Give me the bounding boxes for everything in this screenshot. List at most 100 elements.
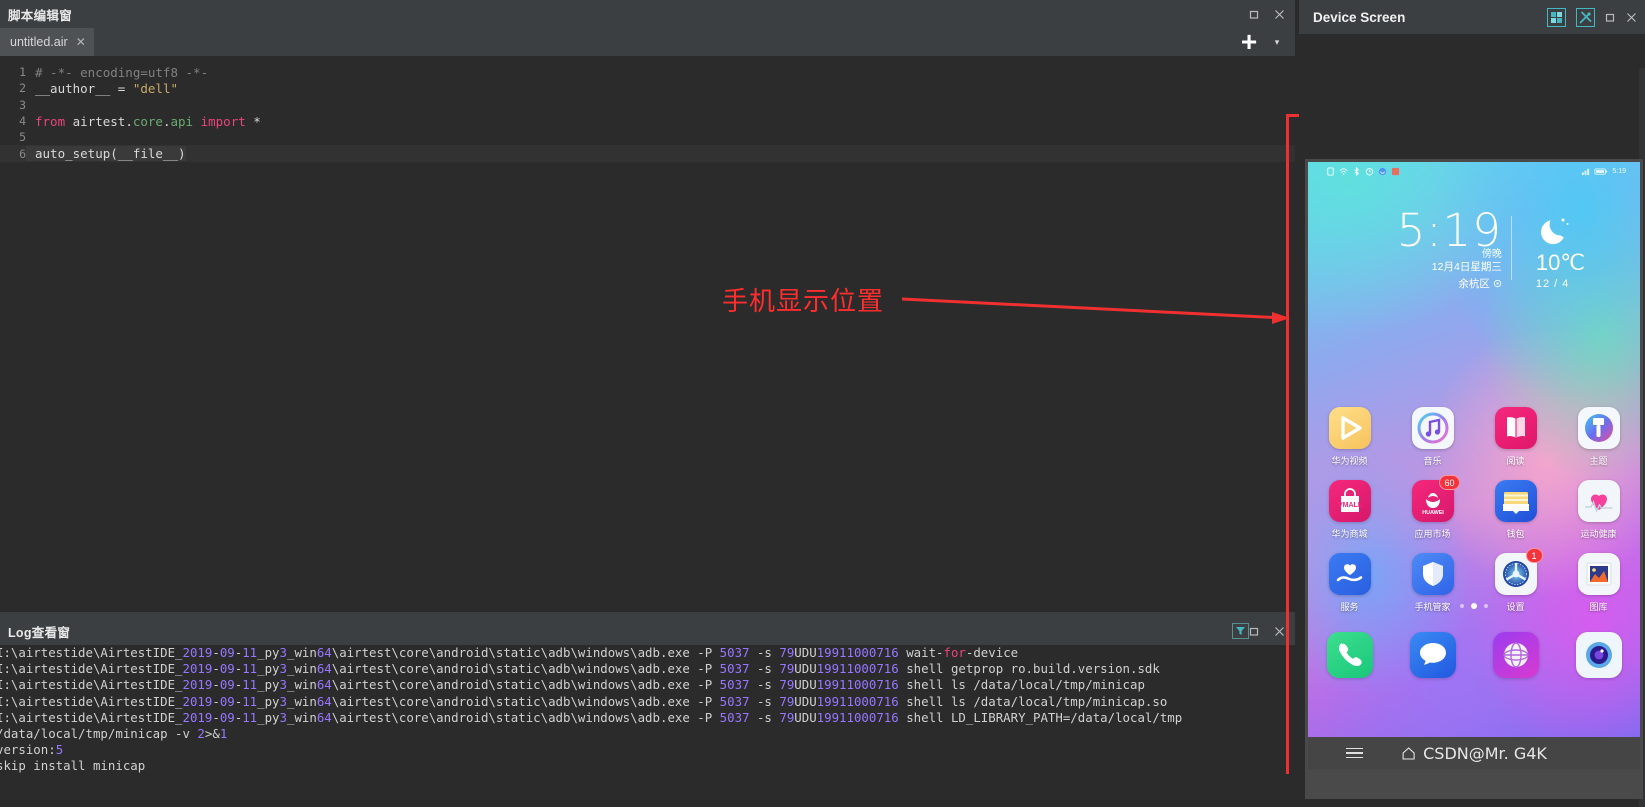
wallet-icon[interactable]	[1494, 480, 1537, 522]
code-token: core	[132, 113, 163, 129]
music-icon[interactable]	[1411, 407, 1454, 449]
grid-icon[interactable]	[1547, 7, 1566, 27]
log-token: for	[943, 645, 966, 660]
phone-screen[interactable]: 5:19 5:19 傍晚 12月4日星期三 余杭区 10℃ 12 / 4 华为视…	[1308, 162, 1640, 737]
restore-icon[interactable]	[1249, 9, 1260, 20]
log-token: 64	[316, 677, 332, 693]
log-token: 5037	[719, 661, 750, 677]
clock-widget[interactable]: 5:19 傍晚 12月4日星期三 余杭区	[1308, 208, 1514, 291]
device-restore-icon[interactable]	[1605, 12, 1616, 23]
phone-manager-icon[interactable]	[1411, 553, 1454, 595]
tools-icon[interactable]	[1576, 7, 1595, 27]
code-line[interactable]: 3	[0, 97, 1295, 113]
phone-mirror[interactable]: 5:19 5:19 傍晚 12月4日星期三 余杭区 10℃ 12 / 4 华为视…	[1305, 159, 1643, 799]
code-token: "dell"	[132, 80, 178, 96]
device-pane: Device Screen 5:19 5:19 傍晚 12月4日星期三 余杭区 …	[1299, 0, 1645, 807]
code-token: =	[110, 80, 133, 96]
app-appgallery[interactable]: HUAWEI 60 应用市场	[1391, 475, 1474, 540]
log-token: 5037	[719, 709, 750, 725]
code-line[interactable]: 4 from airtest.core.api import *	[0, 113, 1295, 129]
sync-icon	[1378, 167, 1387, 175]
code-editor[interactable]: 1 # -*- encoding=utf8 -*- 2 __author__ = "d…	[0, 56, 1295, 612]
services-icon[interactable]	[1328, 553, 1371, 595]
log-token: -	[212, 693, 220, 709]
page-dot	[1484, 604, 1488, 608]
messages-icon[interactable]	[1409, 632, 1456, 678]
app-health[interactable]: 运动健康	[1557, 480, 1640, 540]
appgallery-icon[interactable]: HUAWEI 60	[1411, 475, 1460, 522]
dock-cell[interactable]	[1557, 632, 1640, 678]
code-line[interactable]: 1 # -*- encoding=utf8 -*-	[0, 64, 1295, 80]
svg-text:HUAWEI: HUAWEI	[1422, 510, 1444, 516]
themes-icon[interactable]	[1577, 407, 1620, 449]
log-filter-icon[interactable]	[1232, 623, 1249, 639]
new-script-button[interactable]: +	[1233, 28, 1265, 56]
log-token: _win	[286, 709, 317, 725]
browser-icon[interactable]	[1492, 632, 1539, 678]
app-music[interactable]: 音乐	[1391, 407, 1474, 467]
widget-divider	[1510, 216, 1512, 280]
log-close-icon[interactable]	[1274, 626, 1285, 637]
device-screen-body: 5:19 5:19 傍晚 12月4日星期三 余杭区 10℃ 12 / 4 华为视…	[1299, 34, 1645, 807]
camera-icon[interactable]	[1575, 632, 1622, 678]
log-line: version:5	[0, 742, 1295, 758]
log-token: -s	[749, 693, 780, 709]
health-icon[interactable]	[1577, 480, 1620, 522]
hamburger-icon[interactable]	[1346, 747, 1363, 759]
log-line: I:\airtestide\AirtestIDE_2019-09-11_py3_…	[0, 661, 1295, 677]
page-indicator	[1308, 603, 1640, 609]
log-token: 64	[316, 709, 332, 725]
log-line: I:\airtestide\AirtestIDE_2019-09-11_py3_…	[0, 645, 1295, 661]
gallery-icon[interactable]	[1577, 553, 1620, 595]
dock-cell[interactable]	[1391, 632, 1474, 678]
log-token: UDU	[794, 693, 817, 709]
huawei-video-icon[interactable]	[1328, 407, 1371, 449]
settings-icon[interactable]: 1	[1494, 548, 1543, 595]
clock-weather-widget[interactable]: 5:19 傍晚 12月4日星期三 余杭区 10℃ 12 / 4	[1308, 208, 1640, 291]
log-token: 09	[219, 709, 235, 725]
log-token: 11	[242, 645, 258, 660]
log-output[interactable]: I:\airtestide\AirtestIDE_2019-09-11_py3_…	[0, 645, 1295, 807]
page-dot	[1471, 603, 1477, 609]
log-token: I:\airtestide\AirtestIDE_	[0, 709, 183, 725]
moon-icon	[1540, 218, 1569, 245]
line-number: 1	[19, 65, 26, 80]
annotation-label: 手机显示位置	[722, 287, 885, 317]
app-reader[interactable]: 阅读	[1474, 407, 1557, 467]
editor-tab-untitled[interactable]: untitled.air ✕	[0, 28, 94, 56]
log-token: -s	[749, 661, 780, 677]
tab-close-icon[interactable]: ✕	[76, 35, 86, 49]
page-dot	[1460, 604, 1464, 608]
log-token: I:\airtestide\AirtestIDE_	[0, 693, 183, 709]
weather-widget[interactable]: 10℃ 12 / 4	[1514, 208, 1640, 290]
vmall-icon[interactable]: VMALL	[1328, 480, 1371, 522]
log-line: /data/local/tmp/minicap -v 2>&1	[0, 726, 1295, 742]
log-token: _py	[257, 709, 280, 725]
code-line[interactable]: 6 auto_setup(__file__)	[0, 145, 1295, 162]
wifi-icon	[1339, 167, 1348, 175]
dock-cell[interactable]	[1308, 632, 1391, 678]
close-icon[interactable]	[1274, 9, 1285, 20]
log-panel-titlebar: Log查看窗	[0, 617, 1295, 645]
app-themes[interactable]: 主题	[1557, 407, 1640, 467]
log-token: 64	[316, 693, 332, 709]
code-text: __author__ = "dell"	[26, 81, 178, 96]
app-row: 华为视频 音乐 阅读 主题	[1308, 407, 1640, 467]
script-editor-title: 脚本编辑窗	[8, 8, 73, 23]
code-line[interactable]: 2 __author__ = "dell"	[0, 80, 1295, 96]
phone-icon[interactable]	[1326, 632, 1373, 678]
log-token: 2019	[182, 709, 213, 725]
dock-cell[interactable]	[1474, 632, 1557, 678]
reader-icon[interactable]	[1494, 407, 1537, 449]
log-token: I:\airtestide\AirtestIDE_	[0, 677, 183, 693]
app-wallet[interactable]: 钱包	[1474, 480, 1557, 540]
app-huawei-video[interactable]: 华为视频	[1308, 407, 1391, 467]
new-script-dropdown-caret[interactable]: ▾	[1269, 34, 1285, 50]
log-restore-icon[interactable]	[1249, 626, 1260, 637]
log-token: >&	[204, 725, 220, 741]
app-vmall[interactable]: VMALL 华为商城	[1308, 480, 1391, 540]
code-line[interactable]: 5	[0, 129, 1295, 145]
log-token: 5	[55, 742, 64, 758]
app-label: 运动健康	[1580, 529, 1617, 539]
device-close-icon[interactable]	[1626, 12, 1637, 23]
